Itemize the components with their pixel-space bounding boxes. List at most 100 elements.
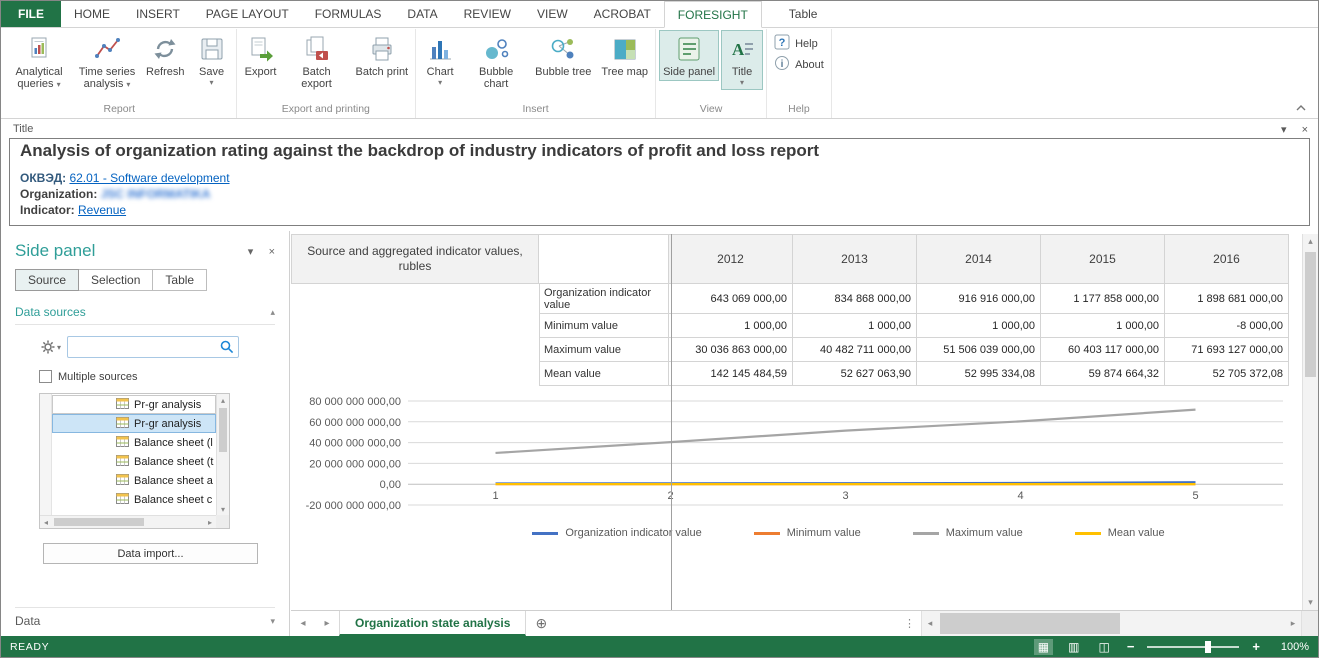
source-list-item[interactable]: Balance sheet a bbox=[52, 471, 216, 490]
search-icon[interactable] bbox=[220, 340, 234, 357]
export-button[interactable]: Export bbox=[240, 30, 282, 81]
list-horizontal-scrollbar[interactable]: ◂ ▸ bbox=[40, 515, 216, 528]
tab-acrobat[interactable]: ACROBAT bbox=[581, 1, 664, 27]
source-list-item[interactable]: Balance sheet c bbox=[52, 490, 216, 509]
legend-item[interactable]: Organization indicator value bbox=[532, 527, 701, 539]
table-value-cell[interactable]: -8 000,00 bbox=[1165, 314, 1289, 338]
table-value-cell[interactable]: 51 506 039 000,00 bbox=[917, 338, 1041, 362]
scroll-left-icon[interactable]: ◂ bbox=[40, 516, 52, 528]
table-value-cell[interactable]: 52 995 334,08 bbox=[917, 362, 1041, 386]
refresh-button[interactable]: Refresh bbox=[142, 30, 189, 81]
batch-export-button[interactable]: Batch export bbox=[284, 30, 350, 93]
table-year-header-2015[interactable]: 2015 bbox=[1041, 234, 1165, 284]
table-value-cell[interactable]: 643 069 000,00 bbox=[669, 284, 793, 314]
table-value-cell[interactable]: 71 693 127 000,00 bbox=[1165, 338, 1289, 362]
table-value-cell[interactable]: 40 482 711 000,00 bbox=[793, 338, 917, 362]
table-value-cell[interactable]: 916 916 000,00 bbox=[917, 284, 1041, 314]
legend-item[interactable]: Mean value bbox=[1075, 527, 1165, 539]
title-toggle-button[interactable]: A Title▾ bbox=[721, 30, 763, 90]
tab-table[interactable]: Table bbox=[776, 1, 831, 27]
scroll-right-icon[interactable]: ▸ bbox=[1285, 611, 1301, 636]
scrollbar-thumb[interactable] bbox=[1305, 252, 1316, 377]
list-vertical-scrollbar[interactable]: ▴ ▾ bbox=[216, 394, 229, 515]
tree-map-button[interactable]: Tree map bbox=[597, 30, 652, 81]
tab-source[interactable]: Source bbox=[15, 269, 79, 291]
table-row-label[interactable]: Organization indicator value bbox=[539, 284, 669, 314]
table-value-cell[interactable]: 52 705 372,08 bbox=[1165, 362, 1289, 386]
table-year-header-2014[interactable]: 2014 bbox=[917, 234, 1041, 284]
side-panel-close-icon[interactable]: × bbox=[269, 246, 275, 258]
source-list-item[interactable]: Balance sheet (l bbox=[52, 433, 216, 452]
scrollbar-thumb[interactable] bbox=[54, 518, 144, 526]
scroll-right-icon[interactable]: ▸ bbox=[204, 516, 216, 528]
source-list-item[interactable]: Balance sheet (t bbox=[52, 452, 216, 471]
table-value-cell[interactable]: 52 627 063,90 bbox=[793, 362, 917, 386]
zoom-slider-thumb[interactable] bbox=[1205, 641, 1211, 653]
vertical-scrollbar[interactable]: ▴ ▾ bbox=[1302, 234, 1318, 610]
series-maximum-value[interactable] bbox=[496, 410, 1196, 453]
scroll-up-icon[interactable]: ▴ bbox=[217, 394, 229, 406]
tab-table[interactable]: Table bbox=[152, 269, 207, 291]
horizontal-scrollbar[interactable]: ◂ ▸ bbox=[921, 611, 1301, 636]
scrollbar-thumb[interactable] bbox=[219, 408, 227, 452]
legend-item[interactable]: Maximum value bbox=[913, 527, 1023, 539]
multiple-sources-checkbox-row[interactable]: Multiple sources bbox=[39, 370, 275, 383]
indicator-link[interactable]: Revenue bbox=[78, 203, 126, 217]
bubble-tree-button[interactable]: Bubble tree bbox=[531, 30, 595, 81]
tab-data[interactable]: DATA bbox=[394, 1, 450, 27]
okved-link[interactable]: 62.01 - Software development bbox=[69, 171, 229, 185]
table-value-cell[interactable]: 1 000,00 bbox=[793, 314, 917, 338]
scrollbar-thumb[interactable] bbox=[940, 613, 1120, 634]
tab-insert[interactable]: INSERT bbox=[123, 1, 193, 27]
zoom-out-button[interactable]: − bbox=[1125, 639, 1137, 654]
tab-foresight[interactable]: FORESIGHT bbox=[664, 1, 762, 28]
side-panel-collapse-icon[interactable]: ▾ bbox=[248, 246, 254, 258]
table-value-cell[interactable]: 1 898 681 000,00 bbox=[1165, 284, 1289, 314]
title-pane-collapse-icon[interactable]: ▾ bbox=[1281, 124, 1287, 136]
data-import-button[interactable]: Data import... bbox=[43, 543, 258, 564]
data-section-header[interactable]: Data ▾ bbox=[15, 607, 275, 628]
analytical-queries-button[interactable]: Analytical queries ▾ bbox=[6, 30, 72, 94]
scroll-up-icon[interactable]: ▴ bbox=[1303, 234, 1318, 249]
table-value-cell[interactable]: 59 874 664,32 bbox=[1041, 362, 1165, 386]
table-value-cell[interactable]: 1 000,00 bbox=[917, 314, 1041, 338]
table-year-header-2016[interactable]: 2016 bbox=[1165, 234, 1289, 284]
checkbox[interactable] bbox=[39, 370, 52, 383]
tab-page-layout[interactable]: PAGE LAYOUT bbox=[193, 1, 302, 27]
sheet-nav-right-icon[interactable]: ▸ bbox=[315, 611, 339, 636]
legend-item[interactable]: Minimum value bbox=[754, 527, 861, 539]
table-value-cell[interactable]: 1 177 858 000,00 bbox=[1041, 284, 1165, 314]
bubble-chart-button[interactable]: Bubble chart bbox=[463, 30, 529, 93]
table-year-header-2013[interactable]: 2013 bbox=[793, 234, 917, 284]
table-value-cell[interactable]: 1 000,00 bbox=[669, 314, 793, 338]
table-value-cell[interactable]: 834 868 000,00 bbox=[793, 284, 917, 314]
add-sheet-button[interactable]: ⊕ bbox=[526, 611, 556, 636]
zoom-in-button[interactable]: + bbox=[1250, 639, 1262, 654]
tab-review[interactable]: REVIEW bbox=[451, 1, 524, 27]
side-panel-toggle-button[interactable]: Side panel bbox=[659, 30, 719, 81]
collapse-ribbon-button[interactable] bbox=[1292, 101, 1310, 115]
zoom-slider[interactable] bbox=[1147, 646, 1239, 648]
sheet-tab-organization-state-analysis[interactable]: Organization state analysis bbox=[339, 611, 526, 636]
sheet-nav-left-icon[interactable]: ◂ bbox=[291, 611, 315, 636]
table-row-label[interactable]: Maximum value bbox=[539, 338, 669, 362]
normal-view-icon[interactable]: ▦ bbox=[1034, 639, 1053, 655]
table-row-label[interactable]: Minimum value bbox=[539, 314, 669, 338]
time-series-analysis-button[interactable]: Time series analysis ▾ bbox=[74, 30, 140, 94]
about-button[interactable]: i About bbox=[769, 54, 829, 75]
table-value-cell[interactable]: 142 145 484,59 bbox=[669, 362, 793, 386]
help-button[interactable]: ? Help bbox=[769, 33, 823, 54]
title-pane-close-icon[interactable]: × bbox=[1302, 124, 1308, 136]
tab-formulas[interactable]: FORMULAS bbox=[302, 1, 395, 27]
table-value-cell[interactable]: 1 000,00 bbox=[1041, 314, 1165, 338]
chart-button[interactable]: Chart▾ bbox=[419, 30, 461, 90]
search-input[interactable] bbox=[67, 336, 239, 358]
source-list-item[interactable]: Pr-gr analysis bbox=[52, 395, 216, 414]
settings-gear-button[interactable]: ▾ bbox=[39, 338, 63, 356]
table-year-header-2012[interactable]: 2012 bbox=[669, 234, 793, 284]
scroll-down-icon[interactable]: ▾ bbox=[1303, 595, 1318, 610]
batch-print-button[interactable]: Batch print bbox=[352, 30, 413, 81]
table-row-label[interactable]: Mean value bbox=[539, 362, 669, 386]
page-layout-view-icon[interactable]: ▥ bbox=[1064, 639, 1083, 655]
tab-home[interactable]: HOME bbox=[61, 1, 123, 27]
